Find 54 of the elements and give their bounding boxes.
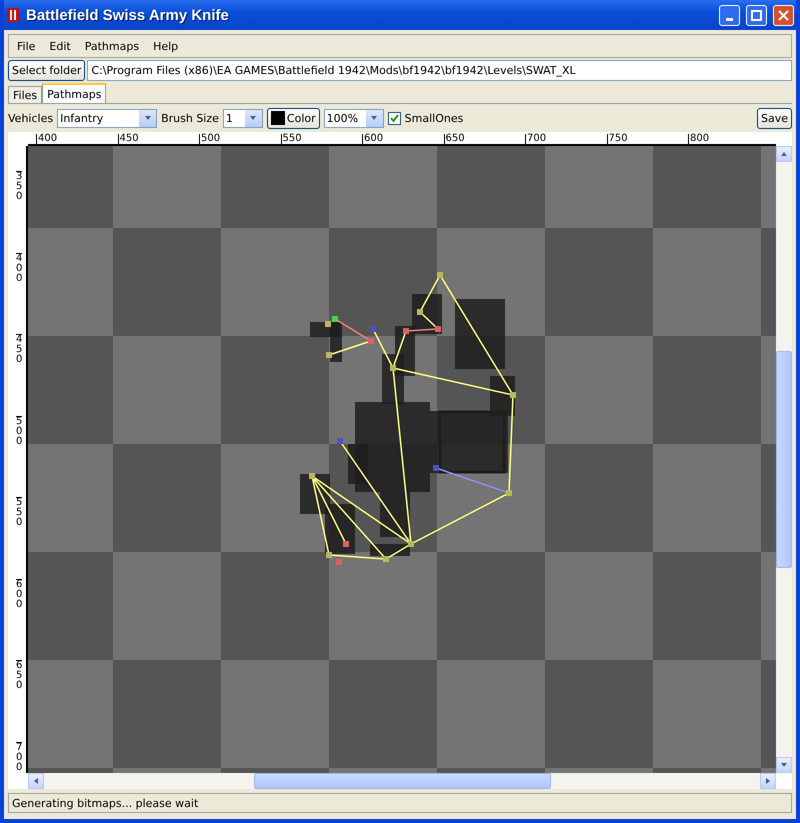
scroll-left-button[interactable] <box>28 773 44 789</box>
ruler-label: 700 <box>525 134 546 144</box>
close-button[interactable] <box>773 4 794 26</box>
maximize-button[interactable] <box>746 4 767 26</box>
ruler-label: 550 <box>16 497 22 528</box>
scroll-down-button[interactable] <box>776 757 792 773</box>
status-bar: Generating bitmaps... please wait <box>8 793 792 813</box>
close-icon <box>778 10 789 20</box>
ruler-label: 750 <box>606 134 628 144</box>
menu-item[interactable]: Edit <box>49 40 71 52</box>
checkmark-icon <box>390 114 399 122</box>
minimize-icon <box>726 18 733 20</box>
caret-icon <box>780 150 788 158</box>
brush-size-dropdown[interactable]: 1 <box>222 108 263 128</box>
ruler-label: 800 <box>688 134 710 144</box>
horizontal-scrollbar[interactable] <box>28 773 776 789</box>
ruler-label: 650 <box>444 134 465 144</box>
ruler-label: 600 <box>362 134 384 144</box>
caret-icon <box>249 114 258 122</box>
scroll-right-button[interactable] <box>760 773 776 789</box>
small-ones-checkbox[interactable] <box>388 112 401 124</box>
scroll-up-button[interactable] <box>776 146 792 162</box>
folder-path-field[interactable]: C:\Program Files (x86)\EA GAMES\Battlefield 1942\Mods\bf1942\bf1942\Levels\SWAT_XL <box>87 60 792 81</box>
color-swatch-icon <box>270 111 285 125</box>
pathmap-drawing[interactable] <box>28 146 776 773</box>
ruler-label: 500 <box>16 416 22 446</box>
small-ones-label: SmallOnes <box>404 112 464 124</box>
ruler-label: 450 <box>16 334 22 365</box>
ruler-label: 400 <box>16 252 22 284</box>
ruler-label: 500 <box>199 134 220 144</box>
select-folder-button[interactable]: Select folder <box>8 60 86 81</box>
ruler-label: 450 <box>118 134 139 144</box>
brush-size-label: Brush Size <box>161 112 219 124</box>
vehicles-label: Vehicles <box>8 112 54 124</box>
zoom-dropdown[interactable]: 100% <box>324 108 384 128</box>
tab[interactable]: Files <box>8 86 42 103</box>
app-logo-icon <box>6 7 20 23</box>
maximize-icon <box>751 10 762 20</box>
tab[interactable]: Pathmaps <box>42 83 106 103</box>
scrollbar-corner <box>776 773 792 789</box>
color-button[interactable]: Color <box>266 108 320 128</box>
save-button[interactable]: Save <box>756 108 792 128</box>
caret-icon <box>144 114 152 122</box>
caret-icon <box>32 777 40 785</box>
caret-icon <box>370 114 378 122</box>
menu-item[interactable]: Pathmaps <box>84 40 140 52</box>
ruler-label: 400 <box>36 134 58 144</box>
window-title: Battlefield Swiss Army Knife <box>26 6 230 24</box>
ruler-label: 550 <box>280 134 302 144</box>
vertical-scrollbar[interactable] <box>776 146 792 773</box>
menu-item[interactable]: File <box>17 40 36 52</box>
vehicles-dropdown[interactable]: Infantry <box>57 108 158 128</box>
menu-item[interactable]: Help <box>153 40 178 52</box>
minimize-button[interactable] <box>719 4 740 26</box>
